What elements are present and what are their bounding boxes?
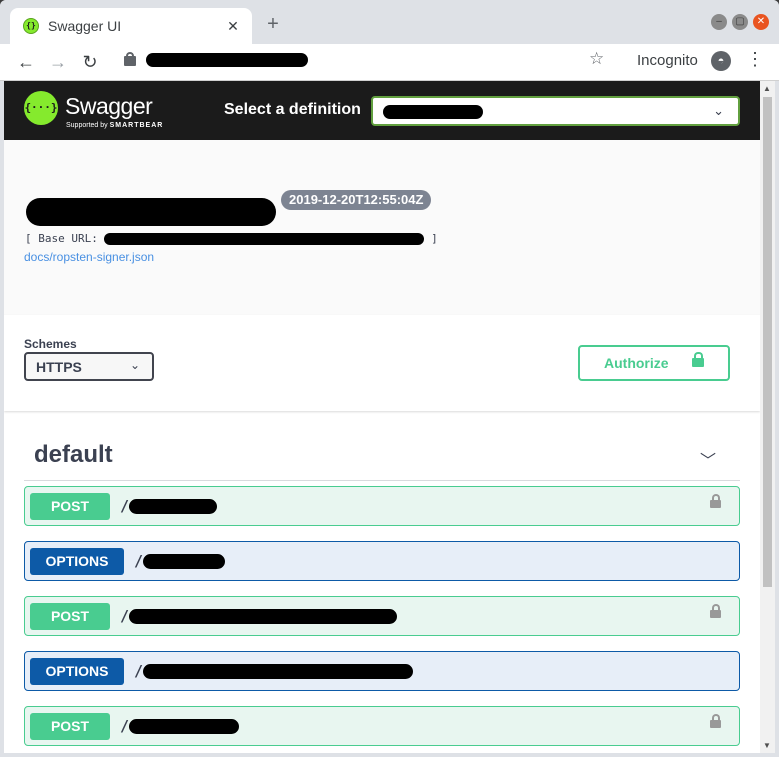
- swagger-topbar: {···} Swagger Supported by SMARTBEAR Sel…: [4, 81, 760, 140]
- lock-icon[interactable]: [710, 714, 721, 728]
- operation-post-1[interactable]: POST /: [24, 486, 740, 526]
- schemes-label: Schemes: [24, 337, 77, 351]
- browser-window: {} Swagger UI ✕ + – ▢ ✕ ← → ↻ ☆ Incognit…: [0, 0, 779, 757]
- swagger-favicon-icon: {}: [23, 18, 39, 34]
- reload-button[interactable]: ↻: [78, 50, 102, 74]
- scroll-down-icon[interactable]: ▼: [763, 741, 771, 750]
- authorize-button[interactable]: Authorize: [578, 345, 730, 381]
- redacted-api-title: [26, 198, 276, 226]
- tab-title: Swagger UI: [48, 18, 122, 34]
- smartbear-text: SMARTBEAR: [109, 122, 164, 129]
- redacted-path: [143, 664, 414, 679]
- lock-icon: [124, 52, 136, 66]
- page-content: {···} Swagger Supported by SMARTBEAR Sel…: [4, 81, 760, 753]
- operation-options-2[interactable]: OPTIONS /: [24, 651, 740, 691]
- redacted-path: [129, 609, 398, 624]
- incognito-icon[interactable]: ◓: [711, 51, 731, 71]
- definition-label: Select a definition: [224, 101, 361, 118]
- tag-name: default: [34, 441, 113, 468]
- operation-path: /: [120, 497, 218, 515]
- incognito-label: Incognito: [637, 52, 698, 69]
- api-info: 2019-12-20T12:55:04Z [ Base URL: ] docs/…: [4, 140, 760, 315]
- forward-button[interactable]: →: [46, 50, 70, 74]
- browser-toolbar: ← → ↻ ☆ Incognito ◓ ⋮: [0, 44, 779, 81]
- schemes-value: HTTPS: [36, 359, 82, 375]
- swagger-logo-icon[interactable]: {···}: [24, 91, 58, 125]
- minimize-button[interactable]: –: [711, 14, 727, 30]
- supported-by-text: Supported by: [66, 122, 108, 129]
- method-badge: POST: [30, 603, 110, 630]
- browser-menu-button[interactable]: ⋮: [746, 49, 764, 70]
- operation-path: /: [134, 552, 226, 570]
- browser-tab[interactable]: {} Swagger UI ✕: [10, 8, 252, 44]
- operation-post-2[interactable]: POST /: [24, 596, 740, 636]
- method-badge: OPTIONS: [30, 548, 124, 575]
- close-window-button[interactable]: ✕: [753, 14, 769, 30]
- method-badge: OPTIONS: [30, 658, 124, 685]
- swagger-supported-by: Supported by SMARTBEAR: [66, 122, 163, 129]
- authorize-label: Authorize: [604, 355, 669, 371]
- url-text: [146, 53, 308, 70]
- path-prefix: /: [134, 552, 144, 570]
- method-badge: POST: [30, 713, 110, 740]
- swagger-brand: Swagger: [65, 93, 153, 119]
- operation-path: /: [120, 717, 240, 735]
- address-bar[interactable]: [112, 48, 622, 76]
- path-prefix: /: [120, 497, 130, 515]
- path-prefix: /: [134, 662, 144, 680]
- bookmark-star-icon[interactable]: ☆: [589, 49, 604, 69]
- new-tab-button[interactable]: +: [262, 14, 284, 36]
- operation-options-1[interactable]: OPTIONS /: [24, 541, 740, 581]
- scroll-thumb[interactable]: [763, 97, 772, 587]
- chevron-down-icon: ⌄: [713, 103, 724, 118]
- lock-icon[interactable]: [710, 604, 721, 618]
- page-scrollbar[interactable]: ▲ ▼: [760, 81, 775, 753]
- redacted-definition-value: [383, 105, 483, 119]
- spec-link[interactable]: docs/ropsten-signer.json: [24, 250, 154, 264]
- unlock-icon: [692, 352, 704, 367]
- definition-select[interactable]: ⌄: [371, 96, 740, 126]
- lock-icon[interactable]: [710, 494, 721, 508]
- version-badge: 2019-12-20T12:55:04Z: [281, 190, 432, 210]
- tab-close-icon[interactable]: ✕: [224, 17, 242, 35]
- chevron-down-icon: ⌄: [129, 358, 140, 372]
- operation-path: /: [134, 662, 414, 680]
- tag-header-default[interactable]: default ﹀: [24, 437, 740, 481]
- method-badge: POST: [30, 493, 110, 520]
- schemes-select[interactable]: HTTPS ⌄: [24, 352, 154, 381]
- scroll-up-icon[interactable]: ▲: [763, 84, 771, 93]
- redacted-base-url: [104, 233, 425, 245]
- back-button[interactable]: ←: [14, 50, 38, 74]
- tab-strip: {} Swagger UI ✕ + – ▢ ✕: [0, 0, 779, 44]
- scheme-container: Schemes HTTPS ⌄ Authorize: [4, 315, 760, 411]
- base-url-suffix: ]: [424, 232, 438, 245]
- redacted-path: [143, 554, 226, 569]
- operation-path: /: [120, 607, 398, 625]
- path-prefix: /: [120, 607, 130, 625]
- maximize-button[interactable]: ▢: [732, 14, 748, 30]
- window-controls: – ▢ ✕: [711, 14, 769, 30]
- base-url-prefix: [ Base URL:: [25, 232, 105, 245]
- operation-post-3[interactable]: POST /: [24, 706, 740, 746]
- chevron-down-icon[interactable]: ﹀: [700, 447, 716, 471]
- redacted-path: [129, 719, 240, 734]
- redacted-url: [146, 53, 308, 67]
- path-prefix: /: [120, 717, 130, 735]
- base-url: [ Base URL: ]: [25, 232, 438, 245]
- redacted-path: [129, 499, 218, 514]
